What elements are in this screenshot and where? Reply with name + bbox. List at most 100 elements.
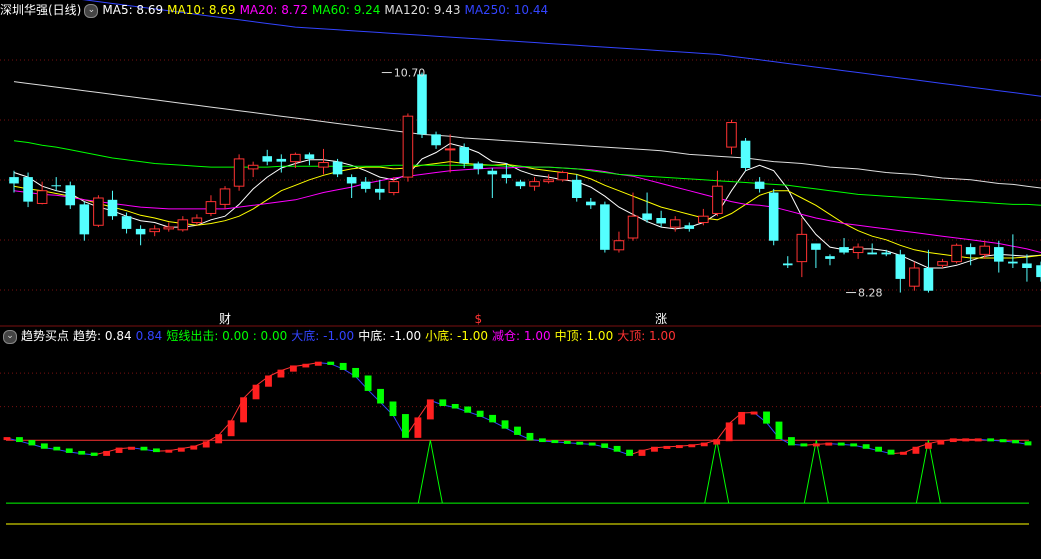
candle-body <box>937 261 948 266</box>
trend-bar <box>90 452 98 456</box>
candle-body <box>65 185 76 206</box>
event-marker: $ <box>474 312 482 326</box>
trend-bar <box>563 440 571 444</box>
chevron-down-icon[interactable]: ⌄ <box>84 3 99 18</box>
trend-bar <box>215 434 223 444</box>
trend-bar <box>40 443 48 449</box>
candle-body <box>121 216 132 229</box>
trend-bar <box>900 451 907 455</box>
trend-bar <box>402 414 409 438</box>
candle-body <box>276 158 287 162</box>
candle <box>402 113 414 182</box>
trend-bar <box>339 362 347 370</box>
candle-body <box>557 172 568 181</box>
trend-bar <box>638 449 646 456</box>
candle-body <box>93 197 104 226</box>
trend-bar <box>526 432 534 441</box>
indicator-value-8: 大顶: 1.00 <box>617 329 676 343</box>
candle-body <box>444 148 456 151</box>
candle <box>768 188 779 246</box>
candle-body <box>768 192 779 241</box>
trend-bar <box>688 444 696 448</box>
trend-bar <box>875 446 883 452</box>
candle-body <box>529 181 540 187</box>
trend-bar <box>140 446 148 451</box>
trend-bar <box>202 441 210 448</box>
trend-bar <box>65 448 73 453</box>
candle-body <box>1022 263 1032 268</box>
candle-body <box>881 252 892 255</box>
candle-body <box>107 199 118 217</box>
trend-bar <box>862 444 870 449</box>
trend-bar <box>675 445 683 449</box>
candle <box>65 181 76 209</box>
trend-bar <box>850 443 858 447</box>
candle-body <box>1008 261 1018 264</box>
candle-body <box>388 181 400 194</box>
trend-bar <box>227 420 235 437</box>
trend-bar <box>974 438 982 442</box>
candle-body <box>163 226 175 230</box>
trend-bar <box>501 420 509 429</box>
candle-body <box>205 201 217 214</box>
candle-body <box>740 140 751 168</box>
ma-value-5: MA250: 10.44 <box>464 3 549 17</box>
trend-bar <box>738 411 746 425</box>
trend-bar <box>414 417 422 438</box>
candle-body <box>656 218 666 224</box>
trend-bar <box>289 365 297 372</box>
trend-bar <box>999 439 1007 443</box>
trend-bar <box>165 449 173 453</box>
trend-bar <box>177 447 185 452</box>
candle <box>740 138 751 171</box>
candle <box>600 201 610 253</box>
candle-body <box>431 134 441 146</box>
trend-bar <box>837 442 845 446</box>
candle-body <box>543 179 554 183</box>
candle-body <box>346 177 357 184</box>
candle-body <box>586 201 596 206</box>
trend-bar <box>812 443 820 447</box>
candle-body <box>994 247 1004 262</box>
candle-body <box>796 233 808 263</box>
candle-body <box>417 74 427 135</box>
trend-bar <box>962 438 970 442</box>
annotation-label: 10.70 <box>394 67 426 80</box>
candle-body <box>304 154 315 159</box>
trend-bar <box>551 440 559 444</box>
indicator-value-5: 小底: -1.00 <box>425 329 489 343</box>
candle-body <box>909 267 920 287</box>
candle-body <box>290 153 301 163</box>
trend-bar <box>190 445 198 450</box>
candle-body <box>36 190 48 204</box>
chart-canvas: 10.70 8.28 财 $ 涨 <box>0 0 1041 559</box>
chevron-down-icon[interactable]: ⌄ <box>3 329 17 344</box>
trend-bar <box>314 361 322 366</box>
candle <box>417 72 427 138</box>
candle-body <box>233 158 245 187</box>
trend-bar <box>576 441 584 445</box>
indicator-value-2: 短线出击: 0.00 : 0.00 <box>166 329 288 343</box>
candle-body <box>867 252 877 255</box>
candle-body <box>177 219 189 231</box>
indicator-value-3: 大底: -1.00 <box>291 329 355 343</box>
candle-body <box>627 215 639 239</box>
trend-bar <box>538 438 546 443</box>
trend-bar <box>240 397 247 423</box>
trend-bar <box>28 440 36 446</box>
trend-bar <box>128 446 135 450</box>
indicator-title: 趋势买点 <box>21 329 70 343</box>
trend-bar <box>924 442 932 449</box>
trend-bar <box>763 411 770 424</box>
trend-bar <box>949 438 957 443</box>
candle-body <box>247 164 259 170</box>
candle-body <box>501 174 512 178</box>
trend-bar <box>1024 441 1032 446</box>
main-header: 深圳华强(日线) ⌄ MA5: 8.69 MA10: 8.69 MA20: 8.72 MA… <box>0 1 556 19</box>
indicator-header: ⌄ 趋势买点 趋势: 0.84 0.84 短线出击: 0.00 : 0.00 大底: -1… <box>0 327 684 345</box>
trend-bar <box>750 411 758 415</box>
ma-value-3: MA60: 9.24 <box>312 3 381 17</box>
candle-body <box>1036 265 1041 278</box>
candle <box>233 154 245 191</box>
indicator-values: 趋势: 0.84 0.84 短线出击: 0.00 : 0.00 大底: -1.00 中底… <box>73 329 680 343</box>
